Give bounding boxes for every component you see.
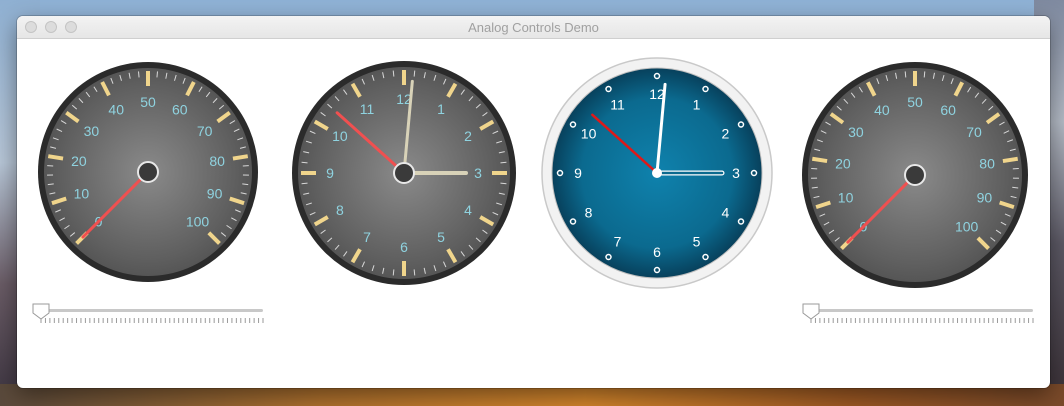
clock-number: 9	[574, 165, 582, 181]
minute-tick	[500, 161, 507, 164]
gauge-label: 100	[186, 213, 210, 229]
gauge-label: 40	[108, 102, 124, 118]
gauge-label: 90	[207, 186, 223, 202]
clock-hub	[393, 162, 415, 184]
clock-number: 11	[360, 101, 375, 117]
slider-track	[41, 309, 263, 312]
gauge-label: 30	[84, 123, 100, 139]
minute-tick	[301, 182, 308, 185]
gauge-label: 70	[966, 124, 982, 140]
clock-number: 3	[474, 165, 482, 181]
clock-number: 9	[326, 165, 334, 181]
gauge-label: 60	[940, 102, 956, 118]
slider-right[interactable]	[801, 302, 1037, 328]
major-tick	[232, 154, 249, 161]
clock-number: 1	[693, 97, 701, 113]
clock-number: 7	[614, 233, 622, 249]
gauge-label: 20	[835, 156, 851, 172]
major-tick	[1002, 156, 1019, 164]
minor-tick	[904, 71, 907, 78]
analog-clock-blue: 121234567891011	[541, 57, 773, 289]
minor-tick	[923, 71, 926, 78]
analog-clock-dark: 121234567891011	[292, 61, 516, 285]
minute-tick	[301, 161, 308, 164]
clock-number: 10	[581, 126, 597, 142]
clock-number: 6	[653, 244, 661, 260]
clock-number: 8	[336, 202, 344, 218]
minute-tick	[413, 269, 416, 276]
window-title: Analog Controls Demo	[468, 20, 599, 35]
clock-number: 10	[332, 128, 348, 144]
clock-number: 8	[585, 205, 593, 221]
major-tick	[47, 154, 64, 161]
clock-number: 4	[464, 202, 472, 218]
minor-tick	[137, 71, 140, 78]
minute-tick	[392, 70, 395, 77]
minor-tick	[156, 71, 159, 78]
clock-number: 2	[464, 128, 472, 144]
gauge-label: 80	[209, 153, 225, 169]
gauge-label: 50	[140, 94, 156, 110]
clock-number: 3	[732, 165, 740, 181]
speed-gauge-right: 0102030405060708090100	[802, 62, 1028, 288]
gauge-label: 70	[197, 123, 213, 139]
gauge-label: 30	[848, 124, 864, 140]
clock-number: 4	[722, 205, 730, 221]
title-bar[interactable]: Analog Controls Demo	[17, 16, 1050, 39]
gauge-label: 20	[71, 153, 87, 169]
clock-number: 2	[722, 126, 730, 142]
clock-hub	[652, 168, 662, 178]
gauge-label: 50	[907, 94, 923, 110]
clock-number: 11	[610, 97, 625, 113]
gauge-hub	[137, 161, 159, 183]
minute-tick	[413, 70, 416, 77]
gauge-label: 80	[979, 156, 995, 172]
slider-thumb[interactable]	[802, 303, 820, 320]
gauge-label: 40	[874, 102, 890, 118]
slider-thumb[interactable]	[32, 303, 50, 320]
clock-number: 6	[400, 239, 408, 255]
gauge-label: 60	[172, 102, 188, 118]
slider-left[interactable]	[31, 302, 267, 328]
clock-number: 5	[693, 233, 701, 249]
clock-number: 5	[437, 229, 445, 245]
minute-tick	[392, 269, 395, 276]
gauge-label: 100	[955, 219, 979, 235]
clock-number: 1	[437, 101, 445, 117]
gauge-label: 10	[838, 190, 854, 206]
clock-number: 7	[363, 229, 371, 245]
speed-gauge-left: 0102030405060708090100	[38, 62, 258, 282]
major-tick	[811, 156, 828, 164]
slider-track	[811, 309, 1033, 312]
app-window: Analog Controls Demo 0102030405060708090…	[17, 16, 1050, 388]
gauge-label: 90	[977, 190, 993, 206]
gauge-label: 10	[74, 186, 90, 202]
minute-tick	[500, 182, 507, 185]
gauge-hub	[904, 164, 926, 186]
